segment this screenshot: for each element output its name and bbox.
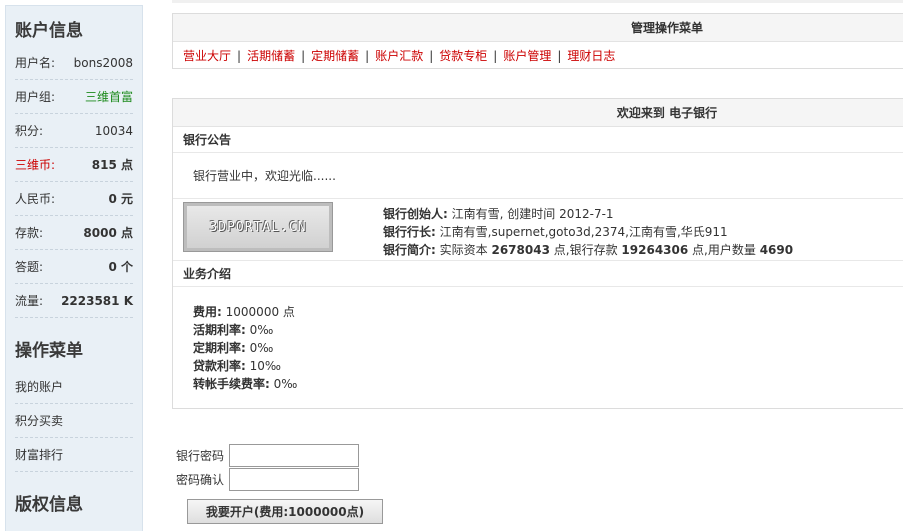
managers-label: 银行行长: [383, 225, 436, 239]
rmb-row: 人民币: 0 元 [15, 182, 133, 216]
menu-link-transfer[interactable]: 账户汇款 [375, 49, 423, 63]
founder-line: 银行创始人: 江南有雪, 创建时间 2012-7-1 [383, 205, 793, 223]
menu-link-finance-log[interactable]: 理财日志 [567, 49, 615, 63]
user-count-value: 4690 [759, 243, 794, 257]
menu-link-account-management[interactable]: 账户管理 [503, 49, 551, 63]
menu-separator: | [557, 49, 562, 63]
traffic-label: 流量: [15, 294, 44, 308]
rmb-label: 人民币: [15, 192, 56, 206]
capital-label: 实际资本 [439, 243, 488, 257]
open-account-button[interactable]: 我要开户(费用:1000000点) [187, 499, 383, 524]
coins-label: 三维币: [15, 158, 56, 172]
menu-separator: | [237, 49, 242, 63]
fee-label: 费用: [193, 305, 222, 319]
usergroup-value: 三维首富 [84, 90, 133, 104]
usergroup-label: 用户组: [15, 90, 56, 104]
operation-menu-heading: 操作菜单 [15, 341, 83, 361]
capital-value: 2678043 [491, 243, 550, 257]
welcome-title: 欢迎来到 电子银行 [173, 99, 903, 127]
usergroup-row: 用户组: 三维首富 [15, 80, 133, 114]
sidebar-item-points-trade[interactable]: 积分买卖 [15, 404, 133, 438]
answers-value: 0 个 [108, 260, 133, 274]
bank-info: 3DPORTAL.CN 银行创始人: 江南有雪, 创建时间 2012-7-1 银… [173, 199, 903, 261]
sidebar: 账户信息 用户名: bons2008 用户组: 三维首富 积分: 10034 三… [5, 5, 143, 531]
management-menu-links: 营业大厅 | 活期储蓄 | 定期储蓄 | 账户汇款 | 贷款专柜 | 账户管理 | 理财日志 [173, 42, 903, 70]
menu-separator: | [301, 49, 306, 63]
logo-text: 3DPORTAL.CN [209, 219, 307, 235]
answers-row: 答题: 0 个 [15, 250, 133, 284]
sidebar-item-wealth-ranking[interactable]: 财富排行 [15, 438, 133, 472]
points-value: 10034 [94, 123, 133, 138]
open-account-form: 银行密码 密码确认 [176, 443, 359, 491]
current-rate-value: 0‰ [249, 323, 274, 337]
fee-value: 1000000 点 [225, 305, 295, 319]
bank-logo: 3DPORTAL.CN [183, 202, 333, 252]
account-info-heading: 账户信息 [15, 21, 83, 41]
deposit-row: 存款: 8000 点 [15, 216, 133, 250]
loan-rate-value: 10‰ [249, 359, 282, 373]
business-item-transfer-fee: 转帐手续费率: 0‰ [193, 375, 903, 393]
intro-label: 银行简介: [383, 243, 436, 257]
points-label: 积分: [15, 124, 44, 138]
copyright-heading: 版权信息 [15, 495, 83, 515]
management-menu-panel: 管理操作菜单 营业大厅 | 活期储蓄 | 定期储蓄 | 账户汇款 | 贷款专柜 | 账户管理 | 理财日… [172, 13, 903, 69]
bank-deposit-label: 点,银行存款 [553, 243, 618, 257]
rmb-value: 0 元 [108, 192, 133, 206]
user-count-label: 点,用户数量 [692, 243, 756, 257]
menu-separator: | [365, 49, 370, 63]
managers-line: 银行行长: 江南有雪,supernet,goto3d,2374,江南有雪,华氏9… [383, 223, 793, 241]
fixed-rate-value: 0‰ [249, 341, 274, 355]
deposit-label: 存款: [15, 226, 44, 240]
deposit-value: 8000 点 [83, 226, 133, 240]
confirm-password-input[interactable] [229, 467, 359, 491]
username-value: bons2008 [73, 55, 133, 70]
sidebar-item-my-account[interactable]: 我的账户 [15, 370, 133, 404]
founder-label: 银行创始人: [383, 207, 448, 221]
business-item-fee: 费用: 1000000 点 [193, 303, 903, 321]
current-rate-label: 活期利率: [193, 323, 246, 337]
business-list: 费用: 1000000 点 活期利率: 0‰ 定期利率: 0‰ 贷款利率: 10… [173, 287, 903, 405]
fixed-rate-label: 定期利率: [193, 341, 246, 355]
traffic-value: 2223581 K [61, 293, 133, 308]
menu-link-current-savings[interactable]: 活期储蓄 [247, 49, 295, 63]
business-item-loan-rate: 贷款利率: 10‰ [193, 357, 903, 375]
bank-details: 银行创始人: 江南有雪, 创建时间 2012-7-1 银行行长: 江南有雪,su… [383, 205, 793, 259]
business-item-fixed-rate: 定期利率: 0‰ [193, 339, 903, 357]
traffic-row: 流量: 2223581 K [15, 284, 133, 318]
username-label: 用户名: [15, 56, 56, 70]
business-item-current-rate: 活期利率: 0‰ [193, 321, 903, 339]
welcome-panel: 欢迎来到 电子银行 银行公告 银行营业中，欢迎光临...... 3DPORTAL… [172, 98, 903, 409]
points-row: 积分: 10034 [15, 114, 133, 148]
menu-link-hall[interactable]: 营业大厅 [183, 49, 231, 63]
bank-password-input[interactable] [229, 443, 359, 467]
notice-heading: 银行公告 [173, 127, 903, 153]
coins-value: 815 点 [91, 158, 133, 172]
intro-line: 银行简介: 实际资本 2678043 点,银行存款 19264306 点,用户数… [383, 241, 793, 259]
menu-link-loans[interactable]: 贷款专柜 [439, 49, 487, 63]
username-row: 用户名: bons2008 [15, 46, 133, 80]
menu-link-fixed-savings[interactable]: 定期储蓄 [311, 49, 359, 63]
transfer-fee-value: 0‰ [273, 377, 298, 391]
password-label: 银行密码 [176, 448, 225, 463]
bank-deposit-value: 19264306 [621, 243, 689, 257]
top-divider [172, 0, 903, 3]
menu-separator: | [429, 49, 434, 63]
transfer-fee-label: 转帐手续费率: [193, 377, 270, 391]
password-row: 银行密码 [176, 443, 359, 467]
management-menu-title: 管理操作菜单 [173, 14, 903, 42]
confirm-row: 密码确认 [176, 467, 359, 491]
menu-separator: | [493, 49, 498, 63]
managers-value: 江南有雪,supernet,goto3d,2374,江南有雪,华氏911 [439, 225, 728, 239]
founder-value: 江南有雪, 创建时间 2012-7-1 [451, 207, 614, 221]
answers-label: 答题: [15, 260, 44, 274]
coins-row: 三维币: 815 点 [15, 148, 133, 182]
notice-text: 银行营业中，欢迎光临...... [173, 153, 903, 199]
business-heading: 业务介绍 [173, 261, 903, 287]
loan-rate-label: 贷款利率: [193, 359, 246, 373]
confirm-label: 密码确认 [176, 472, 225, 487]
